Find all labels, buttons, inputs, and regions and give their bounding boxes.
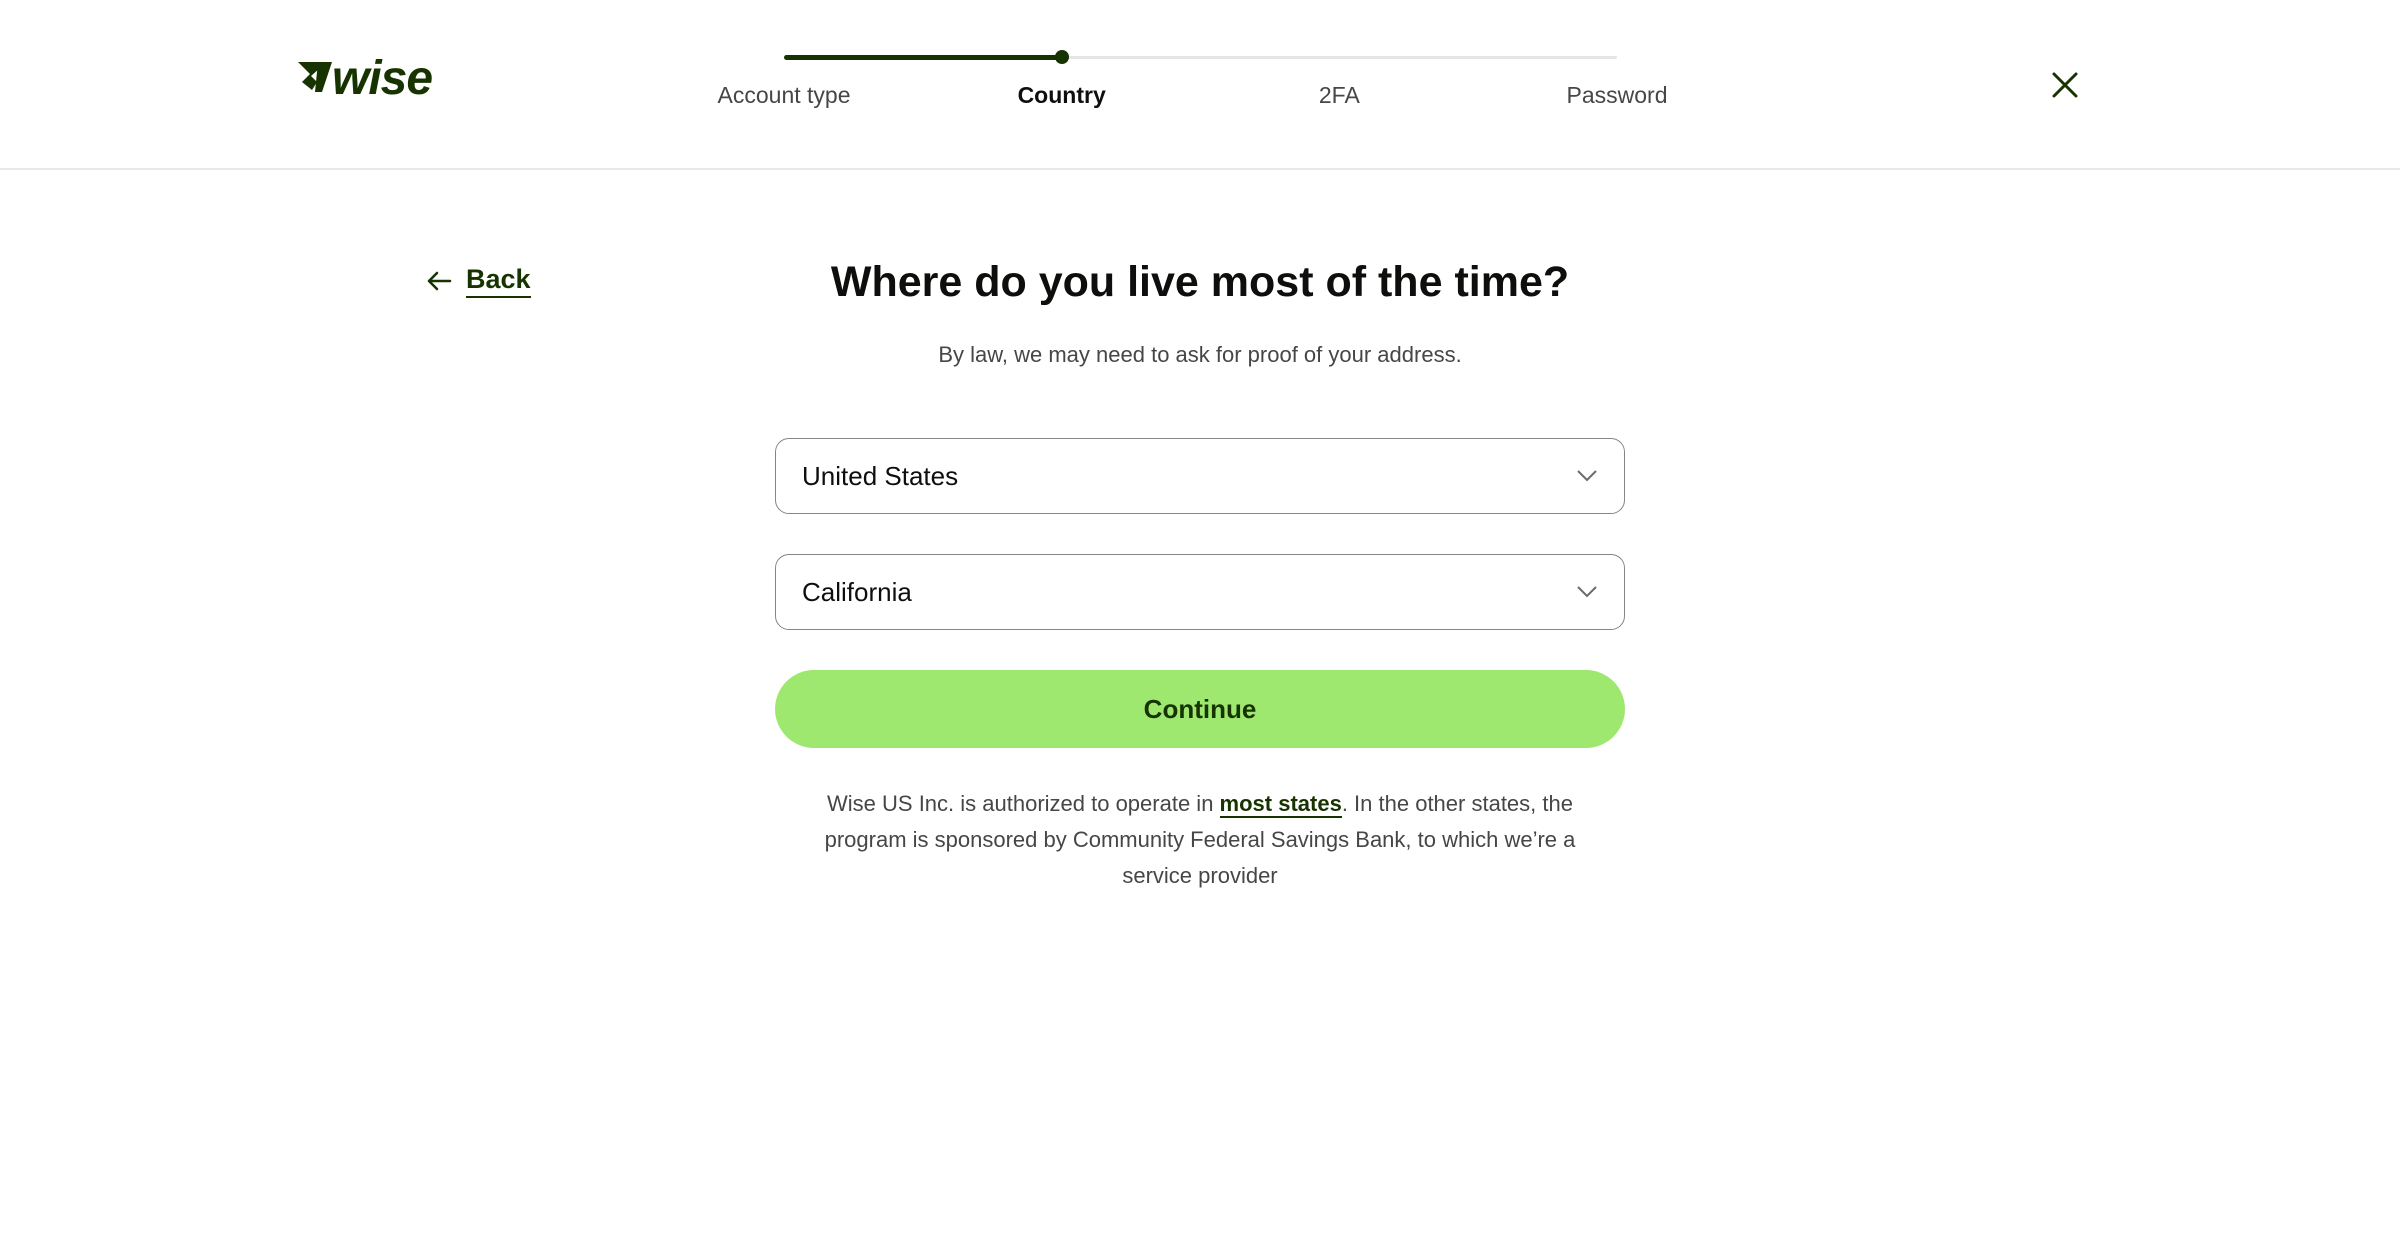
country-select[interactable]: United States xyxy=(775,438,1625,514)
progress-fill xyxy=(784,55,1062,60)
country-select-value: United States xyxy=(802,460,959,491)
close-icon xyxy=(2052,72,2078,98)
state-select-value: California xyxy=(802,576,912,607)
progress-current-dot xyxy=(1054,50,1069,64)
legal-footer: Wise US Inc. is authorized to operate in… xyxy=(790,786,1610,894)
svg-text:wise: wise xyxy=(332,54,432,100)
page-subtitle: By law, we may need to ask for proof of … xyxy=(938,342,1462,367)
close-button[interactable] xyxy=(2040,60,2090,110)
state-select[interactable]: California xyxy=(775,554,1625,630)
continue-button[interactable]: Continue xyxy=(775,670,1625,748)
most-states-link[interactable]: most states xyxy=(1219,791,1342,818)
step-account-type: Account type xyxy=(717,82,851,108)
page-title: Where do you live most of the time? xyxy=(830,258,1570,306)
wise-logo[interactable]: wise xyxy=(296,52,468,102)
footer-text-before: Wise US Inc. is authorized to operate in xyxy=(827,791,1220,816)
header: wise Account type Country 2FA Password xyxy=(0,0,2400,170)
progress-stepper: Account type Country 2FA Password xyxy=(700,40,1700,140)
wise-logo-icon: wise xyxy=(298,54,433,100)
step-country: Country xyxy=(1017,82,1106,108)
step-2fa: 2FA xyxy=(1318,82,1360,108)
step-password: Password xyxy=(1566,82,1668,108)
chevron-down-icon xyxy=(1577,586,1597,598)
chevron-down-icon xyxy=(1577,470,1597,482)
